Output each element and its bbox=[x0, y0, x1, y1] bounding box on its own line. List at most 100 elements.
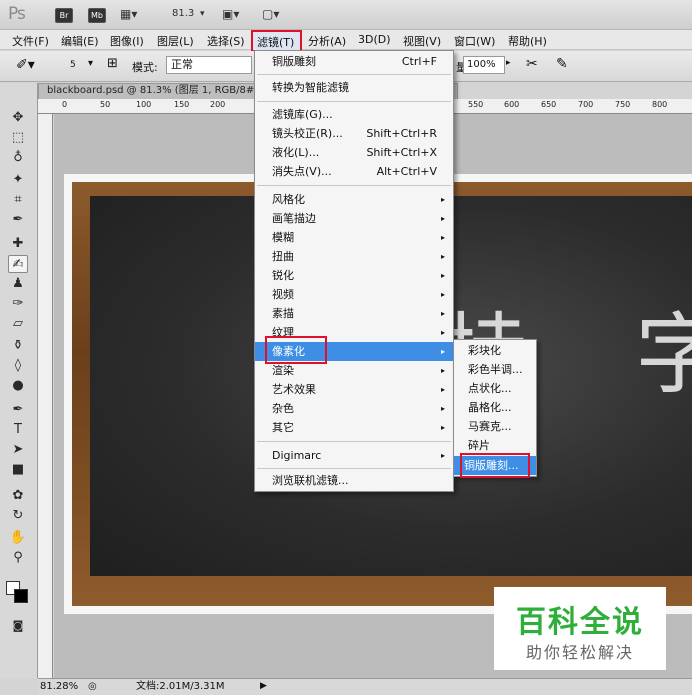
flow-input[interactable]: 100% bbox=[463, 56, 505, 74]
ruler-tick: 750 bbox=[615, 100, 631, 109]
filter-sketch[interactable]: 素描 ▸ bbox=[255, 304, 453, 323]
pixelate-color-halftone[interactable]: 彩色半调... bbox=[454, 360, 536, 379]
airbrush-icon[interactable]: ✂ bbox=[526, 56, 538, 72]
ruler-tick: 200 bbox=[210, 100, 226, 109]
pixelate-mosaic[interactable]: 马赛克... bbox=[454, 417, 536, 436]
filter-vanishing-point[interactable]: 消失点(V)... Alt+Ctrl+V bbox=[255, 162, 453, 181]
brush-panel-icon[interactable]: ⊞ bbox=[107, 56, 118, 71]
pixelate-crystallize[interactable]: 晶格化... bbox=[454, 398, 536, 417]
menu-3d[interactable]: 3D(D) bbox=[358, 33, 391, 46]
menu-layer[interactable]: 图层(L) bbox=[157, 33, 194, 49]
flow-arrow-icon[interactable]: ▸ bbox=[506, 58, 511, 68]
blur-tool-icon[interactable]: ◊ bbox=[8, 357, 28, 375]
spot-healing-tool-icon[interactable]: ✚ bbox=[8, 235, 28, 253]
background-color-swatch[interactable] bbox=[14, 589, 28, 603]
view-extras-icon[interactable]: ▦▾ bbox=[120, 7, 137, 23]
brush-size[interactable]: 5 bbox=[70, 60, 76, 70]
pixelate-annotation-box bbox=[265, 336, 327, 364]
status-bar: 81.28% ◎ 文档:2.01M/3.31M ▶ bbox=[38, 678, 692, 695]
move-tool-icon[interactable]: ✥ bbox=[8, 109, 28, 127]
status-zoom[interactable]: 81.28% bbox=[40, 679, 78, 694]
zoom-tool-icon[interactable]: ⚲ bbox=[8, 549, 28, 567]
status-arrow-icon[interactable]: ▶ bbox=[260, 679, 267, 694]
filter-brush-strokes[interactable]: 画笔描边 ▸ bbox=[255, 209, 453, 228]
filter-distort[interactable]: 扭曲 ▸ bbox=[255, 247, 453, 266]
submenu-arrow-icon: ▸ bbox=[440, 366, 445, 375]
tablet-pressure-icon[interactable]: ✎ bbox=[556, 56, 568, 72]
filter-video[interactable]: 视频 ▸ bbox=[255, 285, 453, 304]
menu-file[interactable]: 文件(F) bbox=[12, 33, 49, 49]
ruler-tick: 700 bbox=[578, 100, 594, 109]
submenu-arrow-icon: ▸ bbox=[440, 451, 445, 460]
brush-tool-icon[interactable]: ✍ bbox=[8, 255, 28, 273]
mode-select[interactable]: 正常 bbox=[166, 56, 252, 74]
filter-sharpen[interactable]: 锐化 ▸ bbox=[255, 266, 453, 285]
menu-image[interactable]: 图像(I) bbox=[110, 33, 144, 49]
menu-select[interactable]: 选择(S) bbox=[207, 33, 245, 49]
filter-browse-online[interactable]: 浏览联机滤镜... bbox=[255, 471, 453, 490]
dodge-tool-icon[interactable]: ● bbox=[8, 377, 28, 395]
filter-blur[interactable]: 模糊 ▸ bbox=[255, 228, 453, 247]
pixelate-color-halftone-block[interactable]: 彩块化 bbox=[454, 341, 536, 360]
menu-analysis[interactable]: 分析(A) bbox=[308, 33, 346, 49]
shortcut: Shift+Ctrl+X bbox=[366, 146, 437, 159]
type-tool-icon[interactable]: T bbox=[8, 421, 28, 439]
quick-select-tool-icon[interactable]: ✦ bbox=[8, 171, 28, 189]
toolbox: ✥ ⬚ ♁ ✦ ⌗ ✒ ✚ ✍ ♟ ✑ ▱ ⚱ ◊ ● ✒ T ➤ ■ ✿ ↻ … bbox=[0, 83, 38, 678]
submenu-arrow-icon: ▸ bbox=[440, 233, 445, 242]
menu-filter-highlight[interactable]: 滤镜(T) bbox=[251, 30, 302, 52]
ruler-tick: 150 bbox=[174, 100, 190, 109]
filter-stylize[interactable]: 风格化 ▸ bbox=[255, 190, 453, 209]
pen-tool-icon[interactable]: ✒ bbox=[8, 401, 28, 419]
eyedropper-tool-icon[interactable]: ✒ bbox=[8, 211, 28, 229]
filter-digimarc[interactable]: Digimarc ▸ bbox=[255, 446, 453, 465]
menu-filter[interactable]: 滤镜(T) bbox=[257, 34, 294, 50]
zoom-level[interactable]: 81.3 bbox=[172, 8, 194, 19]
filter-convert-smart[interactable]: 转换为智能滤镜 bbox=[255, 78, 453, 97]
hand-tool-icon[interactable]: ✋ bbox=[8, 529, 28, 547]
shortcut: Shift+Ctrl+R bbox=[366, 127, 437, 140]
brush-preset-icon[interactable]: ✐▾ bbox=[16, 57, 35, 73]
zoom-dropdown-icon[interactable]: ▾ bbox=[200, 9, 205, 25]
submenu-arrow-icon: ▸ bbox=[440, 214, 445, 223]
submenu-arrow-icon: ▸ bbox=[440, 271, 445, 280]
filter-lens-correction[interactable]: 镜头校正(R)... Shift+Ctrl+R bbox=[255, 124, 453, 143]
pixelate-pointillize[interactable]: 点状化... bbox=[454, 379, 536, 398]
paint-bucket-tool-icon[interactable]: ⚱ bbox=[8, 337, 28, 355]
mini-bridge-button[interactable]: Mb bbox=[88, 8, 106, 23]
ruler-tick: 650 bbox=[541, 100, 557, 109]
menu-edit[interactable]: 编辑(E) bbox=[61, 33, 99, 49]
submenu-arrow-icon: ▸ bbox=[440, 423, 445, 432]
clone-stamp-tool-icon[interactable]: ♟ bbox=[8, 275, 28, 293]
screen-mode-icon[interactable]: ▢▾ bbox=[262, 7, 279, 23]
filter-liquify[interactable]: 液化(L)... Shift+Ctrl+X bbox=[255, 143, 453, 162]
shape-tool-icon[interactable]: ■ bbox=[8, 461, 28, 479]
status-doc-info: 文档:2.01M/3.31M bbox=[136, 681, 225, 692]
submenu-arrow-icon: ▸ bbox=[440, 347, 445, 356]
3d-rotate-tool-icon[interactable]: ✿ bbox=[8, 487, 28, 505]
filter-other[interactable]: 其它 ▸ bbox=[255, 418, 453, 437]
brush-size-dropdown-icon[interactable]: ▾ bbox=[88, 58, 93, 69]
filter-gallery[interactable]: 滤镜库(G)... bbox=[255, 105, 453, 124]
filter-noise[interactable]: 杂色 ▸ bbox=[255, 399, 453, 418]
status-menu-icon[interactable]: ◎ bbox=[88, 679, 97, 694]
menu-window[interactable]: 窗口(W) bbox=[454, 33, 495, 49]
quick-mask-icon[interactable]: ◙ bbox=[8, 617, 28, 635]
filter-last-filter[interactable]: 铜版雕刻 Ctrl+F bbox=[255, 52, 453, 71]
bridge-button[interactable]: Br bbox=[55, 8, 73, 23]
path-select-tool-icon[interactable]: ➤ bbox=[8, 441, 28, 459]
lasso-tool-icon[interactable]: ♁ bbox=[8, 149, 28, 167]
crop-tool-icon[interactable]: ⌗ bbox=[8, 191, 28, 209]
menu-separator bbox=[257, 74, 451, 75]
history-brush-tool-icon[interactable]: ✑ bbox=[8, 295, 28, 313]
menu-help[interactable]: 帮助(H) bbox=[508, 33, 547, 49]
filter-artistic[interactable]: 艺术效果 ▸ bbox=[255, 380, 453, 399]
filter-menu: 铜版雕刻 Ctrl+F 转换为智能滤镜 滤镜库(G)... 镜头校正(R)...… bbox=[254, 50, 454, 492]
arrange-documents-icon[interactable]: ▣▾ bbox=[222, 7, 239, 23]
3d-orbit-tool-icon[interactable]: ↻ bbox=[8, 507, 28, 525]
menu-view[interactable]: 视图(V) bbox=[403, 33, 441, 49]
menu-separator bbox=[257, 468, 451, 469]
marquee-tool-icon[interactable]: ⬚ bbox=[8, 129, 28, 147]
eraser-tool-icon[interactable]: ▱ bbox=[8, 315, 28, 333]
ruler-tick: 100 bbox=[136, 100, 152, 109]
